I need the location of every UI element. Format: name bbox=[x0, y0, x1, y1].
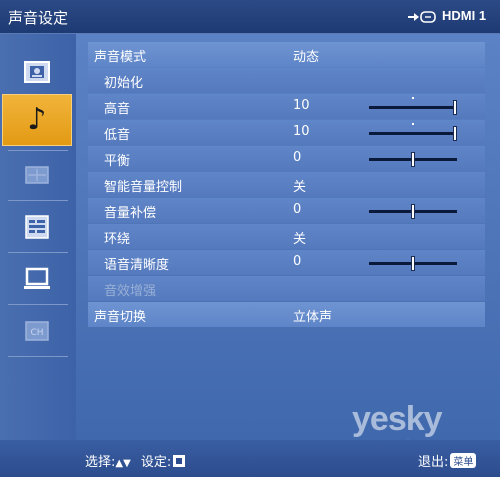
slider-knob[interactable] bbox=[453, 100, 457, 115]
menu-row-value: 动态 bbox=[293, 50, 320, 65]
slider-center-tick bbox=[412, 123, 414, 125]
menu-row-reset[interactable]: 初始化 bbox=[88, 68, 485, 93]
menu-row-surround[interactable]: 环绕 关 bbox=[88, 224, 485, 249]
menu-row-value: 0 bbox=[293, 254, 302, 269]
menu-row-label: 语音清晰度 bbox=[104, 258, 170, 273]
setup-icon bbox=[25, 215, 49, 239]
sidebar-item-display[interactable] bbox=[4, 254, 70, 304]
exit-hint-label: 退出: bbox=[418, 455, 449, 470]
footer-hint-bar: 选择:▲▼ 设定: 退出: 菜单 bbox=[0, 440, 500, 477]
menu-row-audio-switch[interactable]: 声音切换 立体声 bbox=[88, 302, 485, 327]
menu-row-value: 关 bbox=[293, 232, 307, 247]
page-title: 声音设定 bbox=[8, 9, 69, 27]
menu-row-sound-mode[interactable]: 声音模式 动态 bbox=[88, 42, 485, 67]
sound-menu-list: 声音模式 动态 初始化 高音 10 低音 10 平衡 0 智能音量控制 关 音量… bbox=[88, 42, 485, 328]
menu-row-value: 0 bbox=[293, 202, 302, 217]
treble-slider[interactable] bbox=[369, 97, 457, 115]
set-hint-label: 设定: bbox=[140, 455, 172, 470]
slider-knob[interactable] bbox=[411, 256, 415, 271]
slider-knob[interactable] bbox=[453, 126, 457, 141]
enter-key-icon bbox=[173, 455, 186, 467]
sidebar-item-screen[interactable] bbox=[4, 150, 70, 200]
menu-row-value: 10 bbox=[293, 124, 310, 139]
menu-row-label: 环绕 bbox=[104, 232, 131, 247]
menu-row-voice-clarity[interactable]: 语音清晰度 0 bbox=[88, 250, 485, 275]
input-source-label: HDMI 1 bbox=[442, 8, 487, 23]
menu-row-label: 高音 bbox=[104, 102, 131, 117]
watermark: yesky 天极网 bbox=[352, 400, 443, 455]
menu-row-label: 声音模式 bbox=[94, 50, 147, 65]
menu-row-balance[interactable]: 平衡 0 bbox=[88, 146, 485, 171]
title-bar: 声音设定 HDMI 1 bbox=[0, 0, 500, 34]
screen-adjust-icon bbox=[25, 166, 49, 184]
sound-menu-panel: 声音模式 动态 初始化 高音 10 低音 10 平衡 0 智能音量控制 关 音量… bbox=[76, 34, 500, 440]
exit-hint: 退出: 菜单 bbox=[418, 451, 477, 470]
menu-key-button[interactable]: 菜单 bbox=[450, 453, 477, 468]
channel-icon: CH bbox=[25, 321, 49, 341]
sidebar-item-sound[interactable]: ♪ bbox=[2, 94, 72, 146]
menu-row-label: 低音 bbox=[104, 128, 131, 143]
up-down-arrows-icon: ▲▼ bbox=[115, 458, 131, 469]
menu-row-label: 平衡 bbox=[104, 154, 131, 169]
input-source-icon bbox=[408, 11, 436, 23]
sound-settings-screen: 声音设定 HDMI 1 ♪ CH 声音模式 动态 初始化 高音 10 低音 10… bbox=[0, 0, 500, 477]
balance-slider[interactable] bbox=[369, 152, 457, 167]
svg-text:CH: CH bbox=[30, 328, 43, 338]
menu-row-label: 音效增强 bbox=[104, 284, 157, 299]
menu-row-label: 音量补偿 bbox=[104, 206, 157, 221]
menu-row-sound-enhance: 音效增强 bbox=[88, 276, 485, 301]
menu-row-value: 10 bbox=[293, 98, 310, 113]
sidebar-item-setup[interactable] bbox=[4, 202, 70, 252]
menu-row-label: 初始化 bbox=[104, 76, 144, 91]
menu-row-label: 智能音量控制 bbox=[104, 180, 183, 195]
slider-knob[interactable] bbox=[411, 204, 415, 219]
sidebar-item-picture[interactable] bbox=[4, 48, 70, 98]
display-icon bbox=[24, 267, 50, 289]
watermark-brand: yesky bbox=[352, 400, 443, 438]
picture-icon bbox=[24, 61, 50, 83]
menu-row-value: 立体声 bbox=[293, 310, 333, 325]
music-note-icon: ♪ bbox=[27, 102, 47, 137]
menu-row-bass[interactable]: 低音 10 bbox=[88, 120, 485, 145]
voice-clarity-slider[interactable] bbox=[369, 256, 457, 271]
menu-row-value: 关 bbox=[293, 180, 307, 195]
sidebar-item-channel[interactable]: CH bbox=[4, 306, 70, 356]
bass-slider[interactable] bbox=[369, 123, 457, 141]
menu-row-volume-offset[interactable]: 音量补偿 0 bbox=[88, 198, 485, 223]
menu-row-treble[interactable]: 高音 10 bbox=[88, 94, 485, 119]
select-hint-label: 选择: bbox=[85, 455, 116, 470]
settings-category-sidebar: ♪ CH bbox=[0, 34, 76, 440]
slider-center-tick bbox=[412, 97, 414, 99]
menu-row-auto-volume[interactable]: 智能音量控制 关 bbox=[88, 172, 485, 197]
navigation-hint: 选择:▲▼ 设定: bbox=[85, 451, 186, 470]
menu-row-label: 声音切换 bbox=[94, 310, 147, 325]
slider-knob[interactable] bbox=[411, 152, 415, 167]
volume-offset-slider[interactable] bbox=[369, 204, 457, 219]
menu-row-value: 0 bbox=[293, 150, 302, 165]
